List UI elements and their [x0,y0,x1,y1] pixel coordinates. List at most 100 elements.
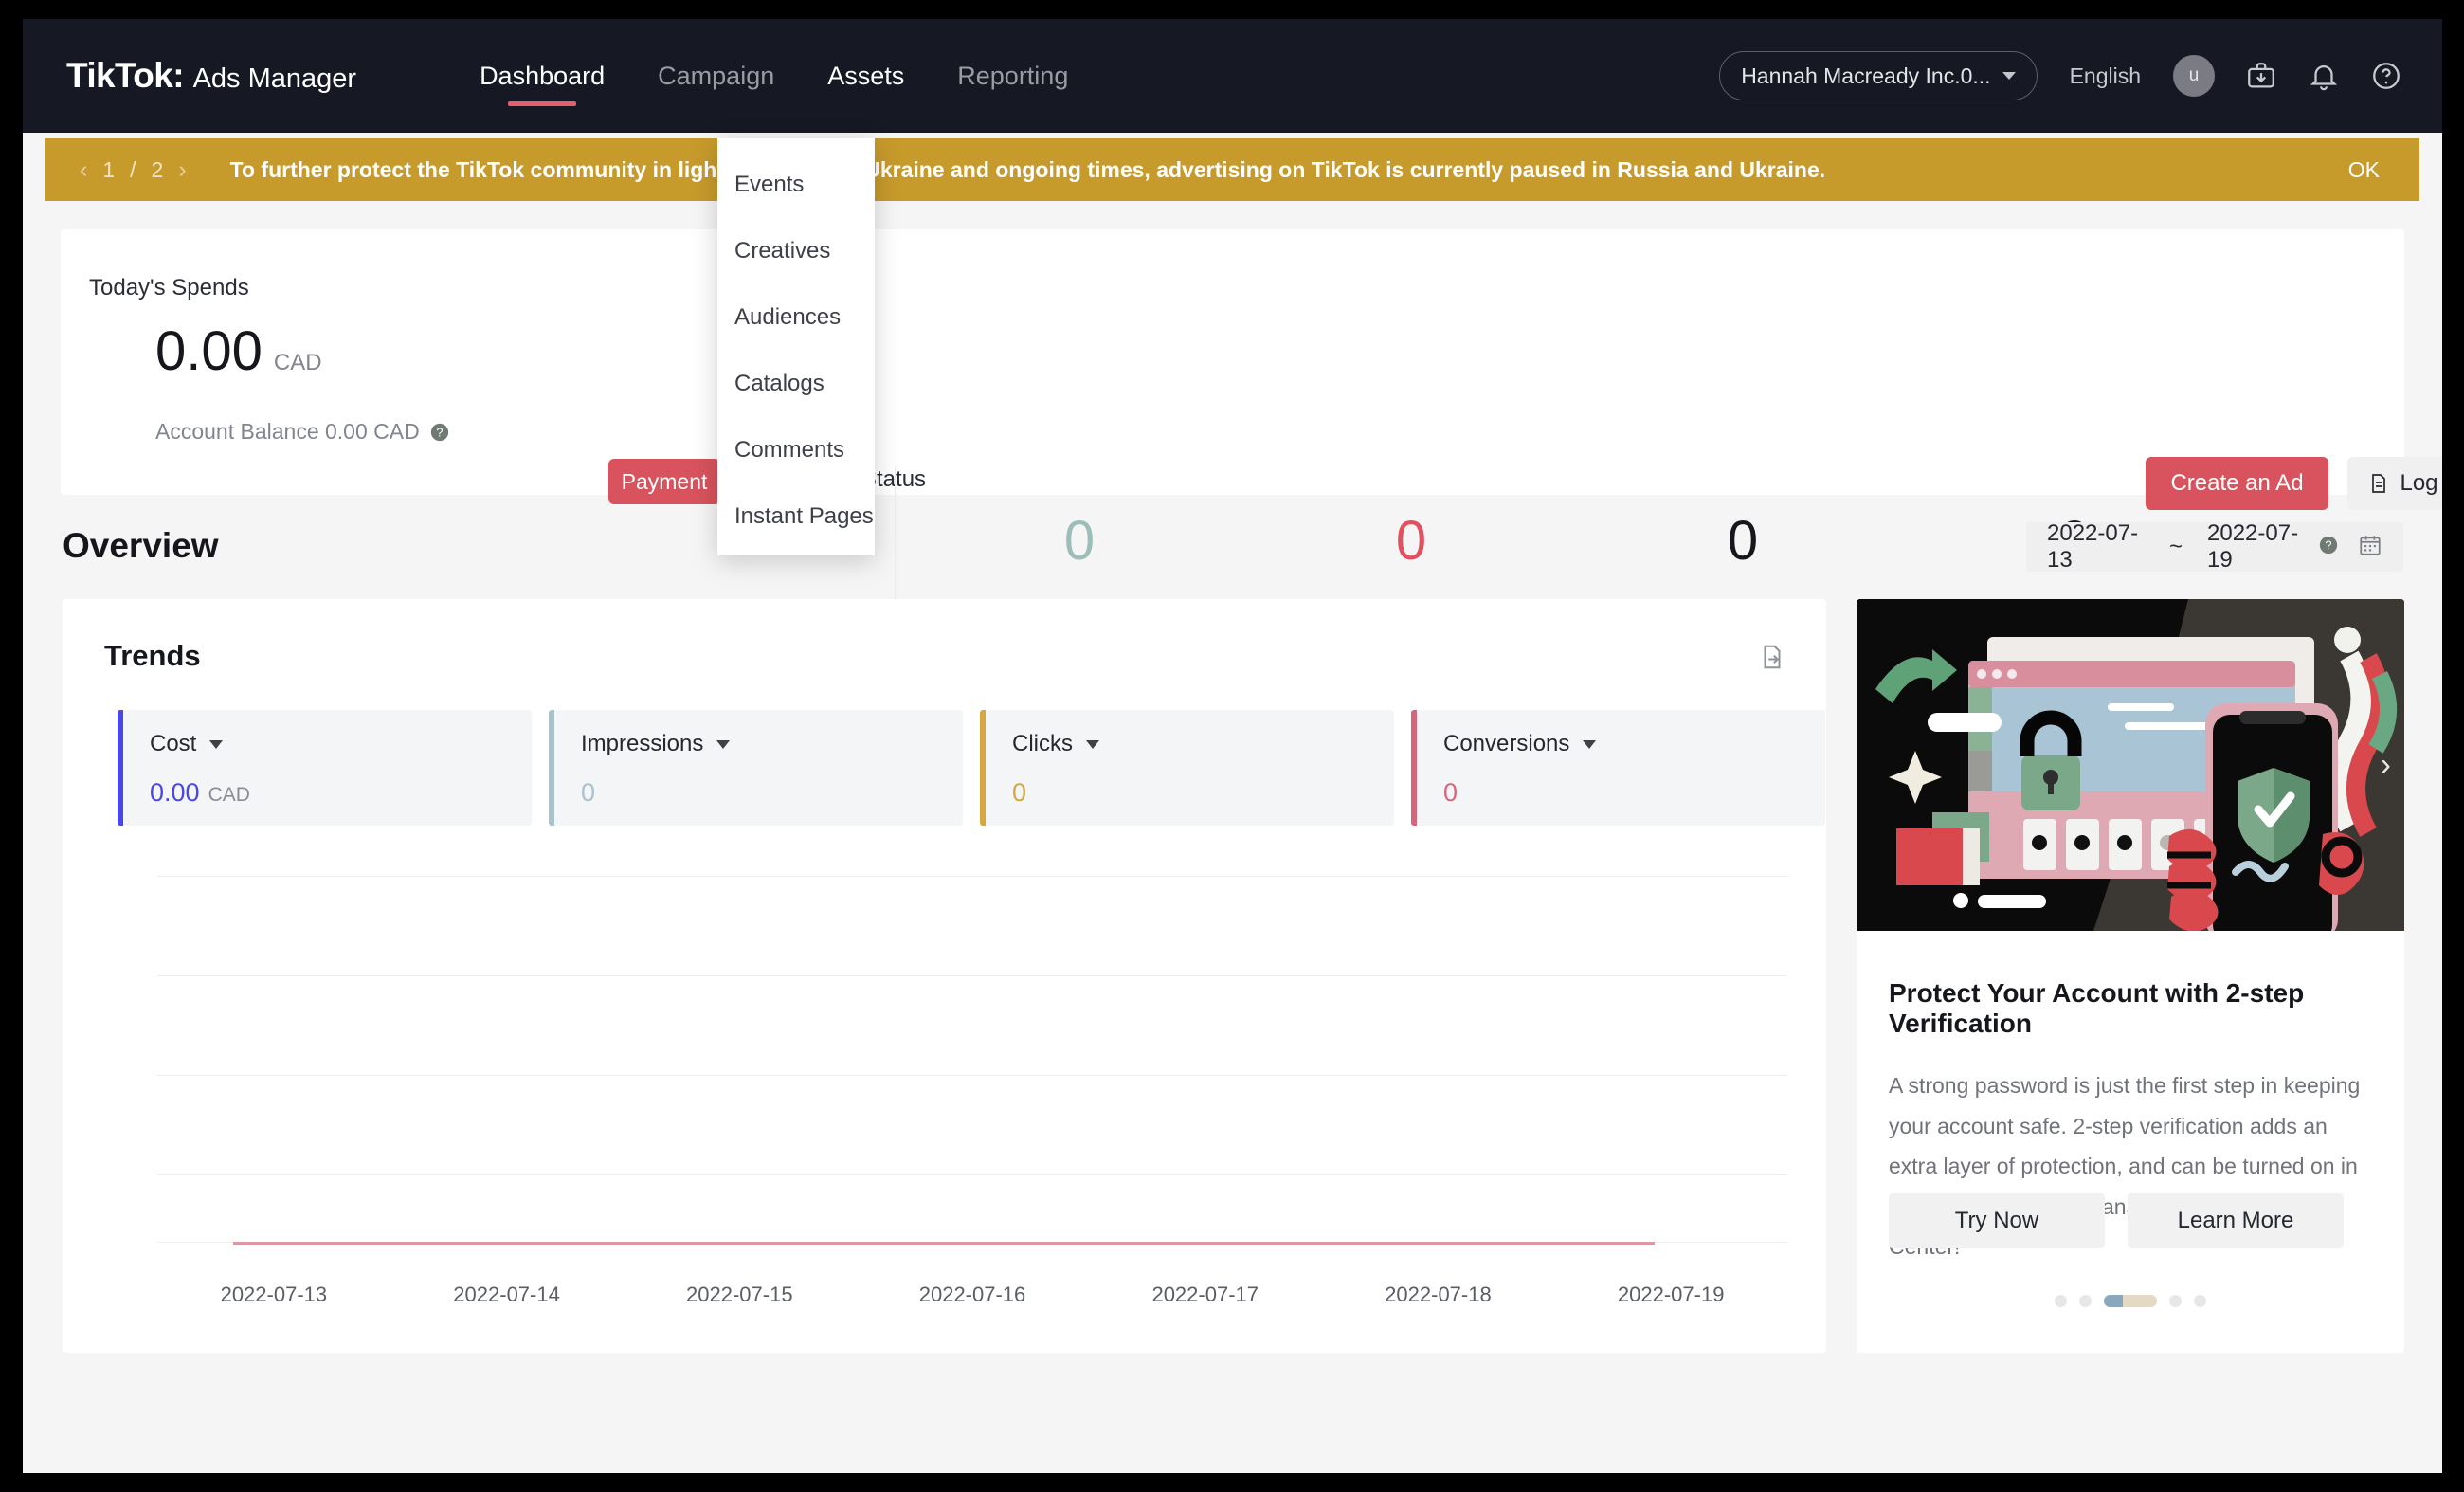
trends-card: Trends Cost 0.00 CAD Impressions 0 Click… [63,599,1826,1353]
metric-header[interactable]: Conversions [1443,731,1825,757]
spend-amount: 0.00 [155,320,263,382]
chevron-down-icon [1583,739,1597,749]
try-now-button[interactable]: Try Now [1889,1193,2105,1248]
account-name: Hannah Macready Inc.0... [1741,63,1991,88]
top-navigation-bar: TikTok: Ads Manager Dashboard Campaign A… [23,19,2442,133]
x-axis-tick: 2022-07-15 [686,1283,793,1306]
briefcase-download-icon[interactable] [2245,60,2277,92]
dropdown-item-audiences[interactable]: Audiences [717,284,875,351]
summary-card: Today's Spends Payment Status 0.00CAD Ac… [61,229,2442,665]
dropdown-item-catalogs[interactable]: Catalogs [717,351,875,417]
promo-actions: Try Now Learn More [1889,1193,2344,1248]
carousel-dots [1857,1295,2404,1307]
brand-colon: : [172,56,185,95]
brand-logo[interactable]: TikTok: Ads Manager [66,56,356,96]
assets-dropdown-menu: Events Creatives Audiences Catalogs Comm… [717,138,875,555]
main-nav: Dashboard Campaign Assets Reporting [453,19,1095,133]
account-balance: Account Balance 0.00 CAD ? [155,419,450,445]
account-selector[interactable]: Hannah Macready Inc.0... [1719,51,2038,100]
language-label: English [2069,63,2141,88]
banner-total-pages: 2 [151,156,164,182]
metric-value-row: 0 [1443,778,1825,808]
bell-icon[interactable] [2308,60,2340,92]
app-screen: TikTok: Ads Manager Dashboard Campaign A… [23,19,2442,1473]
export-icon[interactable] [1758,643,1786,676]
metric-card-clicks[interactable]: Clicks 0 [980,710,1394,826]
chevron-down-icon [1086,739,1099,749]
brand-product: Ads Manager [192,64,357,94]
dropdown-item-events[interactable]: Events [717,152,875,218]
chart-gridline [157,975,1787,976]
promo-card: › Protect Your Account with 2-step Verif… [1857,599,2404,1353]
metric-header[interactable]: Clicks [1012,731,1394,757]
log-button[interactable]: Log [2347,457,2442,510]
carousel-dot[interactable] [2194,1295,2206,1307]
nav-item-reporting[interactable]: Reporting [931,19,1095,133]
metric-label: Cost [150,731,197,756]
x-axis-tick: 2022-07-13 [220,1283,328,1306]
banner-separator: / [130,156,136,182]
dropdown-item-instant-pages[interactable]: Instant Pages [717,483,875,550]
header-actions: Hannah Macready Inc.0... English u [1719,19,2402,133]
metric-value: 0 [581,778,596,807]
metric-card-impressions[interactable]: Impressions 0 [549,710,963,826]
nav-label: Dashboard [480,61,606,90]
metric-header[interactable]: Cost [150,731,532,757]
help-circle-icon[interactable]: ? [2318,535,2339,560]
metric-value: 0 [1443,778,1458,807]
banner-current-page: 1 [102,156,116,182]
dropdown-item-comments[interactable]: Comments [717,417,875,483]
stat-value: 0 [1063,510,1096,572]
trends-chart: 2022-07-13 2022-07-14 2022-07-15 2022-07… [118,850,1787,1324]
svg-text:?: ? [2325,537,2331,552]
banner-message: To further protect the TikTok community … [229,156,1826,182]
help-circle-icon[interactable]: ? [429,422,450,443]
metric-card-cost[interactable]: Cost 0.00 CAD [118,710,532,826]
security-illustration-icon [1857,599,2404,931]
account-balance-text: Account Balance 0.00 CAD [155,419,420,444]
chart-x-axis: 2022-07-13 2022-07-14 2022-07-15 2022-07… [157,1283,1787,1307]
chart-gridline [157,876,1787,877]
help-circle-icon[interactable] [2370,60,2402,92]
carousel-dot[interactable] [2055,1295,2067,1307]
carousel-dot[interactable] [2079,1295,2092,1307]
payment-button[interactable]: Payment [608,459,720,504]
log-label: Log [2400,470,2438,496]
learn-more-button[interactable]: Learn More [2128,1193,2344,1248]
metric-card-conversions[interactable]: Conversions 0 [1411,710,1825,826]
chart-gridline [157,1075,1787,1076]
language-selector[interactable]: English [2070,64,2141,89]
carousel-dot-active[interactable] [2104,1295,2157,1307]
banner-dismiss-button[interactable]: OK [2348,157,2380,183]
stat-value: 0 [1395,510,1427,572]
banner-next-arrow[interactable]: › [178,156,186,184]
banner-prev-arrow[interactable]: ‹ [80,156,87,184]
x-axis-tick: 2022-07-17 [1151,1283,1259,1306]
avatar-initial: u [2188,65,2200,85]
metric-value-row: 0 [1012,778,1394,808]
carousel-dot[interactable] [2169,1295,2182,1307]
dropdown-item-creatives[interactable]: Creatives [717,218,875,284]
promo-next-arrow[interactable]: › [2381,749,2391,781]
nav-label: Campaign [658,61,775,90]
date-start: 2022-07-13 [2047,520,2139,573]
spend-amount-row: 0.00 CAD [155,319,322,383]
document-icon [2372,474,2386,493]
nav-item-assets[interactable]: Assets [801,19,931,133]
metric-value-row: 0 [581,778,963,808]
chevron-down-icon [2002,72,2016,80]
page-title: Overview [63,526,219,565]
date-range-picker[interactable]: 2022-07-13 ~ 2022-07-19 ? [2026,520,2403,573]
metric-cards: Cost 0.00 CAD Impressions 0 Clicks 0 Con… [118,710,1825,826]
todays-spends-label: Today's Spends [89,275,249,300]
calendar-icon[interactable] [2358,533,2382,562]
notification-banner: ‹ 1 / 2 › To further protect the TikTok … [45,138,2419,201]
date-end: 2022-07-19 [2207,520,2299,573]
promo-illustration: › [1857,599,2404,931]
create-ad-button[interactable]: Create an Ad [2146,457,2328,510]
metric-header[interactable]: Impressions [581,731,963,757]
avatar[interactable]: u [2173,55,2215,97]
nav-item-campaign[interactable]: Campaign [631,19,801,133]
nav-item-dashboard[interactable]: Dashboard [453,19,631,133]
nav-label: Reporting [957,61,1069,90]
